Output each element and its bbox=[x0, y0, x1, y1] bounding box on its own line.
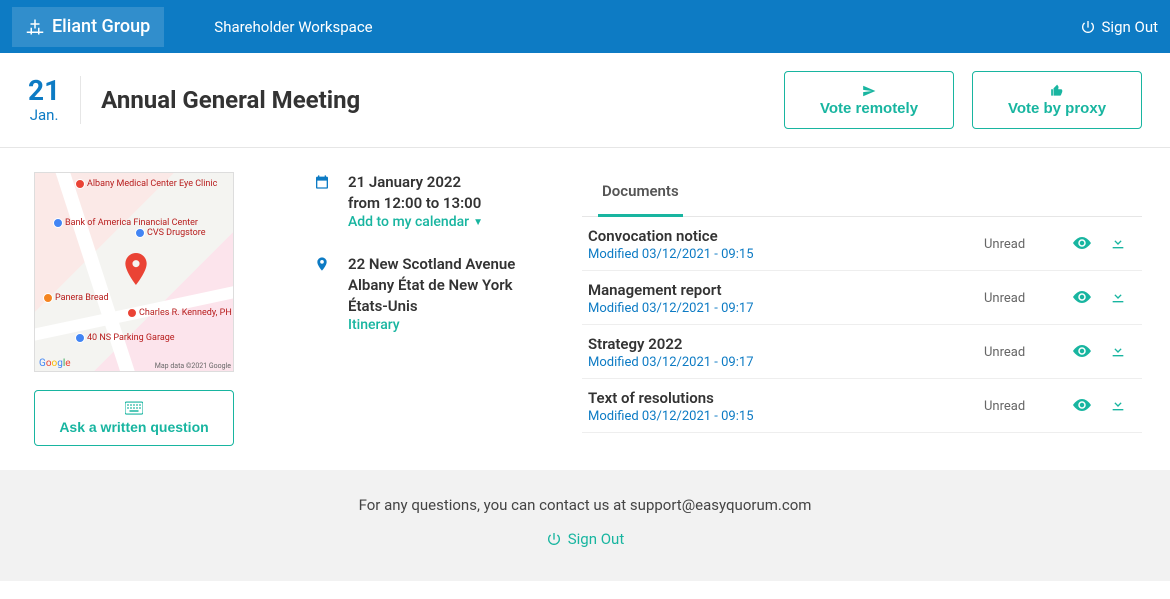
download-icon bbox=[1109, 397, 1127, 413]
app-header: Eliant Group Shareholder Workspace Sign … bbox=[0, 0, 1170, 53]
event-time-text: from 12:00 to 13:00 bbox=[348, 193, 483, 214]
download-document-button[interactable] bbox=[1100, 343, 1136, 363]
documents-column: Documents Convocation notice Modified 03… bbox=[582, 172, 1142, 446]
location-map[interactable]: Albany Medical Center Eye Clinic Bank of… bbox=[34, 172, 234, 372]
page-title: Annual General Meeting bbox=[101, 86, 360, 114]
event-month: Jan. bbox=[28, 107, 60, 124]
document-title[interactable]: Management report bbox=[588, 281, 984, 299]
document-title[interactable]: Convocation notice bbox=[588, 227, 984, 245]
document-row: Convocation notice Modified 03/12/2021 -… bbox=[582, 217, 1142, 271]
ask-question-label: Ask a written question bbox=[59, 419, 208, 435]
map-attribution: Google bbox=[39, 358, 71, 369]
brand-icon bbox=[26, 18, 44, 36]
map-poi: Panera Bread bbox=[55, 293, 109, 303]
vote-remotely-label: Vote remotely bbox=[820, 100, 918, 117]
document-meta: Modified 03/12/2021 - 09:17 bbox=[588, 355, 984, 370]
page-footer: For any questions, you can contact us at… bbox=[0, 470, 1170, 581]
address-line-2: Albany État de New York États-Unis bbox=[348, 275, 552, 317]
view-document-button[interactable] bbox=[1064, 397, 1100, 417]
event-date-block: 21 Jan. bbox=[28, 76, 81, 123]
document-meta: Modified 03/12/2021 - 09:17 bbox=[588, 301, 984, 316]
map-copyright: Map data ©2021 Google bbox=[155, 362, 231, 370]
vote-remotely-button[interactable]: Vote remotely bbox=[784, 71, 954, 129]
add-to-calendar-link[interactable]: Add to my calendar ▼ bbox=[348, 214, 483, 230]
calendar-icon bbox=[314, 172, 334, 230]
event-day: 21 bbox=[28, 76, 60, 107]
document-row: Strategy 2022 Modified 03/12/2021 - 09:1… bbox=[582, 325, 1142, 379]
document-status: Unread bbox=[984, 291, 1064, 306]
brand-logo[interactable]: Eliant Group bbox=[12, 7, 164, 47]
document-meta: Modified 03/12/2021 - 09:15 bbox=[588, 247, 984, 262]
document-row: Text of resolutions Modified 03/12/2021 … bbox=[582, 379, 1142, 433]
vote-proxy-label: Vote by proxy bbox=[1008, 100, 1106, 117]
map-poi: 40 NS Parking Garage bbox=[87, 333, 175, 343]
vote-proxy-button[interactable]: Vote by proxy bbox=[972, 71, 1142, 129]
left-column: Albany Medical Center Eye Clinic Bank of… bbox=[34, 172, 284, 446]
location-pin-icon bbox=[314, 254, 334, 333]
document-status: Unread bbox=[984, 237, 1064, 252]
map-poi: Albany Medical Center Eye Clinic bbox=[87, 179, 217, 189]
download-icon bbox=[1109, 289, 1127, 305]
details-column: 21 January 2022 from 12:00 to 13:00 Add … bbox=[314, 172, 552, 446]
download-document-button[interactable] bbox=[1100, 289, 1136, 309]
brand-name: Eliant Group bbox=[52, 16, 150, 37]
map-poi: Charles R. Kennedy, PH bbox=[139, 308, 232, 318]
paper-plane-icon bbox=[861, 84, 877, 98]
footer-contact-text: For any questions, you can contact us at… bbox=[10, 496, 1160, 514]
view-document-button[interactable] bbox=[1064, 289, 1100, 309]
document-status: Unread bbox=[984, 399, 1064, 414]
document-status: Unread bbox=[984, 345, 1064, 360]
view-document-button[interactable] bbox=[1064, 235, 1100, 255]
map-poi: Bank of America Financial Center bbox=[65, 218, 198, 228]
event-date-text: 21 January 2022 bbox=[348, 172, 483, 193]
eye-icon bbox=[1073, 343, 1091, 359]
view-document-button[interactable] bbox=[1064, 343, 1100, 363]
workspace-title: Shareholder Workspace bbox=[214, 18, 372, 36]
address-line-1: 22 New Scotland Avenue bbox=[348, 254, 552, 275]
document-row: Management report Modified 03/12/2021 - … bbox=[582, 271, 1142, 325]
titlebar: 21 Jan. Annual General Meeting Vote remo… bbox=[0, 53, 1170, 148]
signout-button-top[interactable]: Sign Out bbox=[1080, 18, 1158, 36]
signout-button-footer[interactable]: Sign Out bbox=[546, 530, 624, 548]
download-icon bbox=[1109, 343, 1127, 359]
eye-icon bbox=[1073, 235, 1091, 251]
ask-question-button[interactable]: Ask a written question bbox=[34, 390, 234, 446]
document-title[interactable]: Strategy 2022 bbox=[588, 335, 984, 353]
keyboard-icon bbox=[125, 401, 143, 415]
download-document-button[interactable] bbox=[1100, 235, 1136, 255]
chevron-down-icon: ▼ bbox=[473, 217, 483, 228]
eye-icon bbox=[1073, 289, 1091, 305]
tab-documents[interactable]: Documents bbox=[598, 172, 683, 217]
itinerary-link[interactable]: Itinerary bbox=[348, 317, 400, 333]
map-pin-icon bbox=[125, 253, 147, 289]
document-title[interactable]: Text of resolutions bbox=[588, 389, 984, 407]
power-icon bbox=[1080, 19, 1096, 35]
map-poi: CVS Drugstore bbox=[147, 228, 206, 238]
power-icon bbox=[546, 531, 562, 547]
eye-icon bbox=[1073, 397, 1091, 413]
thumbs-up-icon bbox=[1049, 84, 1065, 98]
footer-signout-label: Sign Out bbox=[568, 530, 624, 548]
download-document-button[interactable] bbox=[1100, 397, 1136, 417]
download-icon bbox=[1109, 235, 1127, 251]
signout-label: Sign Out bbox=[1102, 18, 1158, 36]
document-meta: Modified 03/12/2021 - 09:15 bbox=[588, 409, 984, 424]
